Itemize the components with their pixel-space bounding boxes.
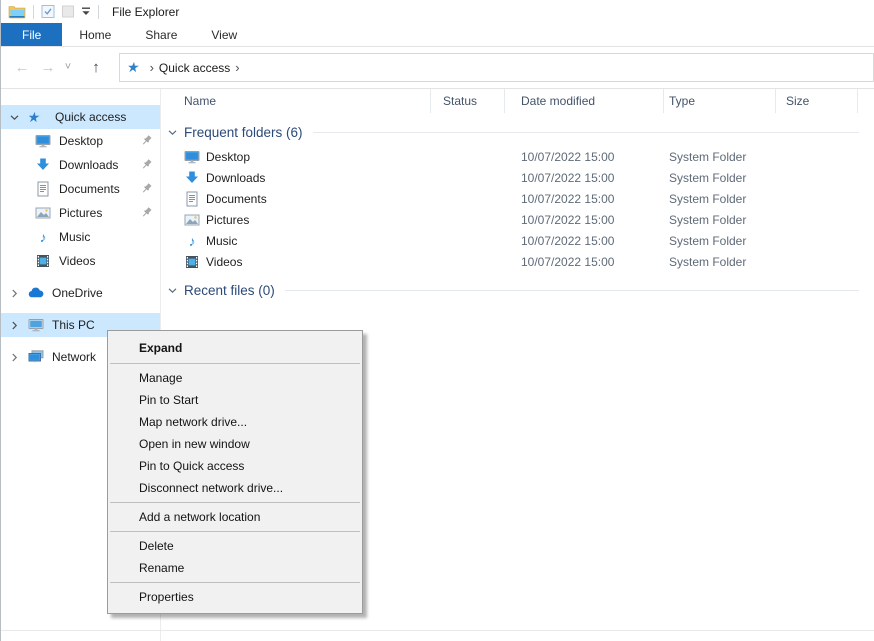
back-icon[interactable]: ← [9,60,35,75]
frequent-folders-list: Desktop 10/07/2022 15:00 System Folder D… [161,146,874,272]
this-pc-icon [27,317,45,333]
sidebar-item-documents[interactable]: Documents [1,177,160,201]
pin-icon [140,182,153,198]
menu-item-pin-to-start[interactable]: Pin to Start [108,389,362,411]
file-explorer-window: File Explorer File Home Share View ← → ˅… [0,0,874,641]
address-bar[interactable]: ★ › Quick access › [119,53,874,82]
videos-icon [34,253,52,269]
menu-item-disconnect-network-drive[interactable]: Disconnect network drive... [108,477,362,499]
sidebar-item-downloads[interactable]: Downloads [1,153,160,177]
menu-item-add-a-network-location[interactable]: Add a network location [108,506,362,528]
onedrive-icon [27,285,45,301]
window-bottom-edge [1,630,874,631]
pictures-icon [184,212,200,228]
desktop-icon [184,149,200,165]
chevron-right-icon[interactable] [9,288,23,299]
pin-icon [140,206,153,222]
menu-separator [110,363,360,364]
sidebar-item-pictures[interactable]: Pictures [1,201,160,225]
column-header-size[interactable]: Size [776,89,858,113]
group-header-frequent-folders[interactable]: Frequent folders (6) [161,122,874,142]
properties-icon[interactable] [38,2,58,22]
videos-icon [184,254,200,270]
sidebar-item-onedrive[interactable]: OneDrive [1,281,160,305]
explorer-logo-icon[interactable] [5,2,29,22]
breadcrumb-chevron-icon[interactable]: › [150,60,154,75]
chevron-down-icon[interactable] [167,127,178,138]
menu-item-expand[interactable]: Expand [108,336,362,360]
toolbar-divider [98,5,99,19]
file-row-videos[interactable]: Videos 10/07/2022 15:00 System Folder [161,251,874,272]
new-folder-icon[interactable] [58,2,78,22]
column-header-date-modified[interactable]: Date modified [505,89,664,113]
menu-separator [110,531,360,532]
toolbar-divider [33,5,34,19]
menu-item-properties[interactable]: Properties [108,586,362,608]
menu-item-pin-to-quick-access[interactable]: Pin to Quick access [108,455,362,477]
music-icon: ♪ [184,233,200,249]
pin-icon [140,134,153,150]
group-rule [313,132,859,133]
downloads-icon [184,170,200,186]
navigation-bar: ← → ˅ ↑ ★ › Quick access › [1,47,874,89]
recent-locations-dropdown-icon[interactable]: ˅ [61,62,75,73]
sidebar-item-desktop[interactable]: Desktop [1,129,160,153]
column-header-status[interactable]: Status [431,89,505,113]
file-row-downloads[interactable]: Downloads 10/07/2022 15:00 System Folder [161,167,874,188]
tab-home[interactable]: Home [62,23,128,46]
menu-item-rename[interactable]: Rename [108,557,362,579]
documents-icon [184,191,200,207]
menu-item-delete[interactable]: Delete [108,535,362,557]
breadcrumb-chevron-icon[interactable]: › [235,60,239,75]
music-icon: ♪ [34,229,52,245]
chevron-down-icon[interactable] [9,112,23,123]
customize-quick-access-toolbar-icon[interactable] [78,2,94,22]
desktop-icon [34,133,52,149]
menu-separator [110,502,360,503]
context-menu: Expand Manage Pin to Start Map network d… [107,330,363,614]
tab-view[interactable]: View [194,23,254,46]
quick-access-star-icon: ★ [126,59,141,76]
column-header-type[interactable]: Type [664,89,776,113]
sidebar-item-quick-access[interactable]: ★ Quick access [1,105,160,129]
group-header-recent-files[interactable]: Recent files (0) [161,280,874,300]
pictures-icon [34,205,52,221]
chevron-down-icon[interactable] [167,285,178,296]
ribbon-tab-bar: File Home Share View [1,23,874,47]
title-bar: File Explorer [1,0,874,23]
tab-file[interactable]: File [1,23,62,46]
chevron-right-icon[interactable] [9,320,23,331]
downloads-icon [34,157,52,173]
documents-icon [34,181,52,197]
up-icon[interactable]: ↑ [83,60,109,75]
file-row-music[interactable]: ♪ Music 10/07/2022 15:00 System Folder [161,230,874,251]
column-header-name[interactable]: Name [161,89,431,113]
file-row-desktop[interactable]: Desktop 10/07/2022 15:00 System Folder [161,146,874,167]
tab-share[interactable]: Share [128,23,194,46]
network-icon [27,349,45,365]
pin-icon [140,158,153,174]
breadcrumb-location[interactable]: Quick access [159,61,230,75]
file-row-documents[interactable]: Documents 10/07/2022 15:00 System Folder [161,188,874,209]
menu-item-map-network-drive[interactable]: Map network drive... [108,411,362,433]
sidebar-item-music[interactable]: ♪ Music [1,225,160,249]
window-title: File Explorer [112,5,179,19]
file-row-pictures[interactable]: Pictures 10/07/2022 15:00 System Folder [161,209,874,230]
group-rule [285,290,859,291]
quick-access-star-icon: ★ [24,109,44,125]
menu-item-manage[interactable]: Manage [108,367,362,389]
chevron-right-icon[interactable] [9,352,23,363]
sidebar-item-videos[interactable]: Videos [1,249,160,273]
menu-item-open-in-new-window[interactable]: Open in new window [108,433,362,455]
forward-icon[interactable]: → [35,60,61,75]
menu-separator [110,582,360,583]
column-header-row: Name Status Date modified Type Size [161,89,874,113]
